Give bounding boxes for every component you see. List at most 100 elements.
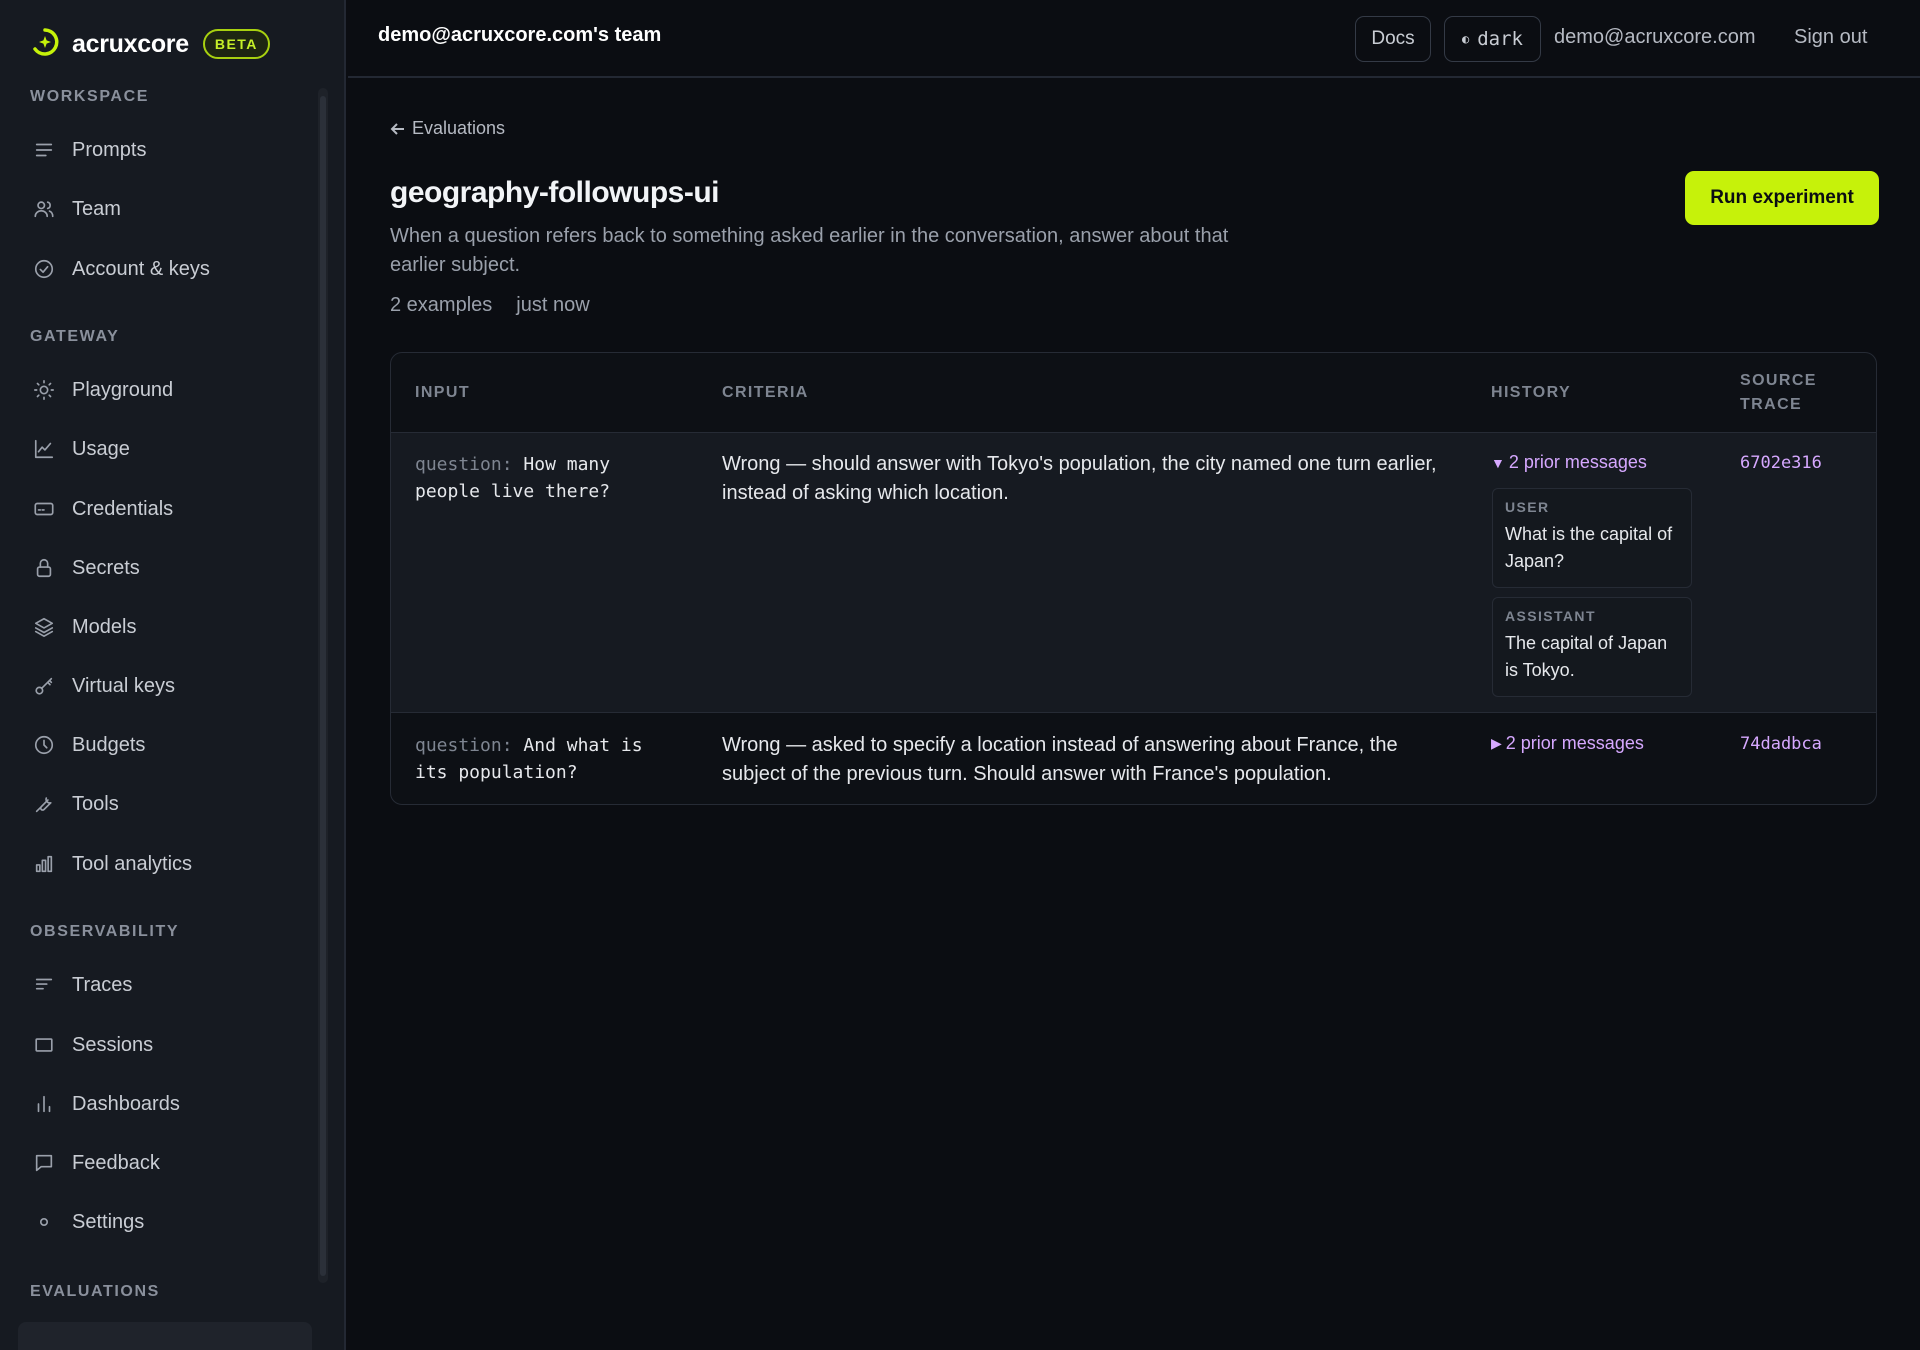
sidebar-item-budgets[interactable]: Budgets [30,723,310,767]
bars-icon [30,1090,58,1118]
sidebar-item-label: Budgets [72,733,146,756]
half-circle-icon: ◐ [1462,32,1470,46]
check-circle-icon [30,255,58,283]
sidebar-item-partial[interactable] [18,1322,312,1350]
run-experiment-button[interactable]: Run experiment [1685,171,1879,225]
input-key: question: [415,735,513,756]
sidebar-item-secrets[interactable]: Secrets [30,546,310,590]
sidebar-item-tools[interactable]: Tools [30,782,310,826]
message-text: What is the capital of Japan? [1505,524,1673,571]
sidebar-item-label: Models [72,615,137,638]
input-cell: question: How many people live there? [415,451,685,505]
table-row: question: And what is its population? Wr… [391,714,1876,804]
card-icon [30,495,58,523]
back-label: Evaluations [412,118,506,138]
sidebar: acruxcore BETA WORKSPACE Prompts Team Ac… [0,0,346,1350]
table-row: question: How many people live there? Wr… [391,433,1876,713]
column-header-trace: TRACE [1740,396,1803,413]
sidebar-item-prompts[interactable]: Prompts [30,128,310,172]
back-to-evaluations-link[interactable]: Evaluations [390,118,505,139]
sidebar-item-dashboards[interactable]: Dashboards [30,1082,310,1126]
sidebar-item-sessions[interactable]: Sessions [30,1023,310,1067]
main-content: Evaluations geography-followups-ui When … [348,80,1920,1350]
sidebar-nav: WORKSPACE Prompts Team Account & keys GA… [0,80,320,1350]
column-header-input: INPUT [415,384,470,401]
sidebar-item-label: Settings [72,1210,145,1233]
input-cell: question: And what is its population? [415,732,685,786]
sidebar-item-account-keys[interactable]: Account & keys [30,247,310,291]
history-toggle[interactable]: ▼ 2 prior messages [1491,452,1647,473]
sidebar-item-label: Sessions [72,1033,154,1056]
history-message: USER What is the capital of Japan? [1492,488,1692,588]
section-title-observability: OBSERVABILITY [30,923,180,940]
page-title: geography-followups-ui [390,176,719,209]
sidebar-item-virtual-keys[interactable]: Virtual keys [30,664,310,708]
layers-icon [30,613,58,641]
sidebar-item-playground[interactable]: Playground [30,368,310,412]
sidebar-scrollbar-thumb[interactable] [320,96,326,1276]
logo-icon [30,27,60,62]
examples-count: 2 examples [390,294,493,316]
history-toggle[interactable]: ▶ 2 prior messages [1491,733,1644,754]
sidebar-item-credentials[interactable]: Credentials [30,487,310,531]
message-role: ASSISTANT [1505,608,1596,624]
sidebar-item-label: Virtual keys [72,674,176,697]
sidebar-item-feedback[interactable]: Feedback [30,1141,310,1185]
section-title-gateway: GATEWAY [30,328,120,345]
column-header-source-trace: SOURCE TRACE [1740,369,1817,417]
brand-name: acruxcore [72,29,189,58]
sidebar-item-tool-analytics[interactable]: Tool analytics [30,842,310,886]
docs-button[interactable]: Docs [1355,16,1431,62]
sidebar-item-label: Feedback [72,1151,160,1174]
criteria-cell: Wrong — should answer with Tokyo's popul… [722,453,1437,504]
message-icon [30,1149,58,1177]
theme-label: dark [1477,28,1523,50]
sidebar-item-usage[interactable]: Usage [30,427,310,471]
history-label: 2 prior messages [1505,733,1644,753]
wrench-icon [30,790,58,818]
sidebar-item-settings[interactable]: Settings [30,1200,310,1244]
beta-badge: BETA [202,29,270,59]
sidebar-item-label: Usage [72,437,130,460]
clock-icon [30,731,58,759]
sidebar-item-label: Team [72,197,121,220]
triangle-right-icon: ▶ [1491,735,1502,751]
sidebar-item-traces[interactable]: Traces [30,963,310,1007]
updated-time: just now [516,294,590,316]
examples-table: INPUT CRITERIA HISTORY SOURCE TRACE ques… [390,352,1877,805]
sidebar-item-label: Tool analytics [72,852,193,875]
section-title-workspace: WORKSPACE [30,88,149,105]
sidebar-item-label: Prompts [72,138,147,161]
brand[interactable]: acruxcore BETA [30,24,270,64]
source-trace-link[interactable]: 6702e316 [1740,453,1822,473]
lock-icon [30,554,58,582]
sidebar-item-team[interactable]: Team [30,187,310,231]
sidebar-item-models[interactable]: Models [30,605,310,649]
page-meta: 2 examples just now [390,294,590,317]
list-icon [30,971,58,999]
sidebar-item-label: Traces [72,973,133,996]
triangle-down-icon: ▼ [1491,454,1505,471]
page-description: When a question refers back to something… [390,225,1229,276]
bar-chart-icon [30,850,58,878]
square-icon [30,1031,58,1059]
key-icon [30,672,58,700]
table-header: INPUT CRITERIA HISTORY SOURCE TRACE [391,353,1876,433]
sign-out-button[interactable]: Sign out [1794,26,1867,49]
sidebar-item-label: Secrets [72,556,140,579]
criteria-cell: Wrong — asked to specify a location inst… [722,734,1398,785]
history-message: ASSISTANT The capital of Japan is Tokyo. [1492,597,1692,697]
message-text: The capital of Japan is Tokyo. [1505,633,1668,680]
dot-icon [30,1208,58,1236]
sidebar-item-label: Tools [72,792,119,815]
sidebar-item-label: Credentials [72,497,174,520]
sun-icon [30,376,58,404]
top-header: demo@acruxcore.com's team Docs ◐ dark de… [348,0,1920,78]
team-name[interactable]: demo@acruxcore.com's team [378,24,661,47]
section-title-evaluations: EVALUATIONS [30,1283,160,1300]
message-role: USER [1505,499,1550,515]
source-trace-link[interactable]: 74dadbca [1740,734,1822,754]
theme-toggle-button[interactable]: ◐ dark [1444,16,1541,62]
column-header-history: HISTORY [1491,384,1572,401]
column-header-criteria: CRITERIA [722,384,809,401]
